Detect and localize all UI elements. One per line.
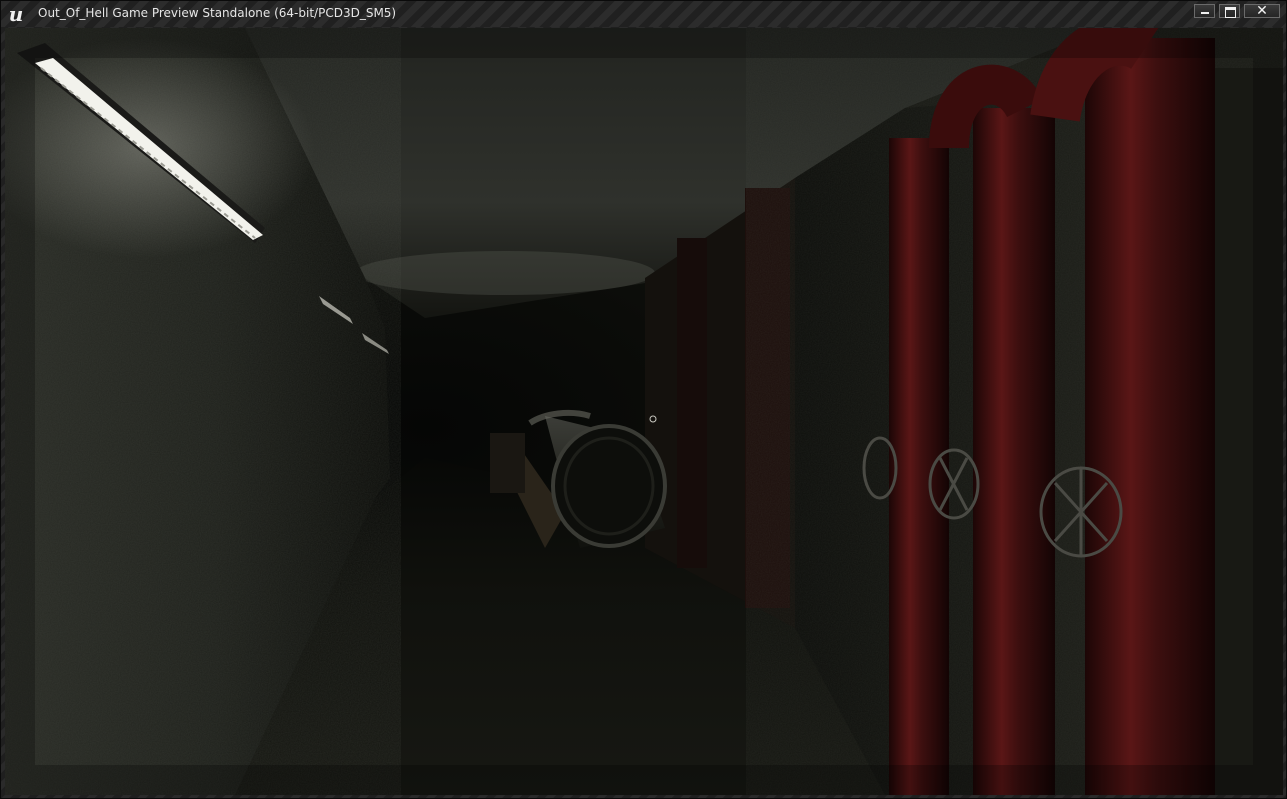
title-bar[interactable]: u Out_Of_Hell Game Preview Standalone (6… (1, 1, 1286, 27)
distant-pipe (677, 238, 707, 568)
game-scene (5, 28, 1283, 795)
maximize-button[interactable] (1219, 4, 1240, 18)
window-title: Out_Of_Hell Game Preview Standalone (64-… (38, 6, 397, 20)
unreal-engine-logo-icon: u (8, 2, 24, 26)
game-viewport[interactable] (5, 28, 1283, 795)
maximize-icon (1225, 7, 1236, 18)
minimize-icon (1201, 12, 1209, 14)
minimize-button[interactable] (1194, 4, 1215, 18)
red-pipes (889, 28, 1283, 795)
distant-column (745, 188, 790, 608)
close-button[interactable]: ✕ (1244, 3, 1280, 19)
wooden-crate (490, 433, 525, 493)
game-window: u Out_Of_Hell Game Preview Standalone (6… (0, 0, 1287, 799)
close-icon: ✕ (1256, 3, 1268, 19)
